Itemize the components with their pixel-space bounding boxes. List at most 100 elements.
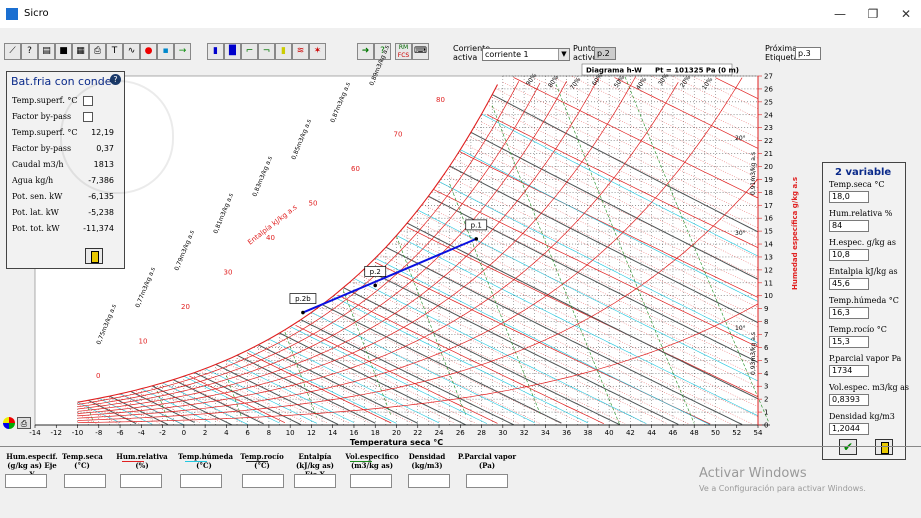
field-label: Temp.seca °C (829, 180, 885, 189)
exit-button[interactable] (85, 248, 103, 264)
volume-label-right: 0,93m3/kg a.s (750, 332, 757, 375)
state-point-marker (474, 237, 479, 241)
y-tick-label: 25 (764, 98, 773, 106)
densidad-bottom-input[interactable] (408, 474, 450, 488)
x-tick-label: 36 (562, 429, 571, 437)
x-tick-label: 30 (498, 429, 507, 437)
enthalpy-label: 80 (436, 96, 445, 104)
x-tick-label: 4 (224, 429, 229, 437)
y-tick-label: 14 (764, 241, 773, 249)
dew-legend-line (246, 461, 268, 462)
field-label: H.espec. g/kg as (829, 238, 896, 247)
x-tick-label: 2 (203, 429, 207, 437)
y-tick-label: 19 (764, 176, 773, 184)
y-tick-label: 21 (764, 150, 773, 158)
x-tick-label: -2 (159, 429, 166, 437)
x-tick-label: 12 (307, 429, 316, 437)
x-tick-label: 6 (245, 429, 250, 437)
color-wheel-icon[interactable] (3, 417, 15, 429)
print-small-icon[interactable]: ⎙ (17, 417, 31, 429)
p-parcial-input[interactable]: 1734 (829, 365, 869, 377)
row-pot-tot: Pot. tot. kW -11,374 (12, 224, 114, 233)
row-pot-sen: Pot. sen. kW -6,135 (12, 192, 114, 201)
hum-relativa-bottom-input[interactable] (120, 474, 162, 488)
field-label: Hum.relativa % (829, 209, 893, 218)
x-tick-label: -12 (51, 429, 62, 437)
check-icon: ✔ (843, 440, 854, 454)
x-tick-label: 38 (583, 429, 592, 437)
y-tick-label: 24 (764, 111, 773, 119)
x-tick-label: 16 (350, 429, 359, 437)
y-tick-label: 15 (764, 228, 773, 236)
enthalpy-label: 0 (96, 372, 100, 380)
x-tick-label: 54 (754, 429, 763, 437)
x-tick-label: 48 (690, 429, 699, 437)
hum-relativa-input[interactable]: 84 (829, 220, 869, 232)
y-tick-label: 20 (764, 163, 773, 171)
y-tick-label: 1 (764, 409, 768, 417)
x-tick-label: 40 (605, 429, 614, 437)
enthalpy-label: 20 (181, 303, 190, 311)
x-tick-label: -8 (95, 429, 102, 437)
seal-watermark (60, 80, 174, 194)
enthalpy-label: 70 (394, 131, 403, 139)
temp-rocio-input[interactable]: 15,3 (829, 336, 869, 348)
temp-seca-input[interactable]: 18,0 (829, 191, 869, 203)
x-tick-label: 46 (668, 429, 677, 437)
enthalpy-label: 60 (351, 165, 360, 173)
temp-rocio-bottom-input[interactable] (242, 474, 284, 488)
x-tick-label: 42 (626, 429, 635, 437)
enthalpy-label: 30 (224, 269, 233, 277)
state-point-label: p.2b (295, 295, 311, 303)
y-tick-label: 2 (764, 396, 768, 404)
temp-humeda-bottom-input[interactable] (180, 474, 222, 488)
door-icon (91, 251, 99, 263)
p-parcial-bottom-input[interactable] (466, 474, 508, 488)
x-tick-label: 20 (392, 429, 401, 437)
field-label: Temp.rocío °C (829, 325, 887, 334)
state-point-marker (373, 283, 378, 288)
chart-title: Diagrama h-W (586, 67, 642, 75)
y-tick-label: 22 (764, 137, 773, 145)
vol-especifico-bottom-input[interactable] (350, 474, 392, 488)
y-tick-label: 11 (764, 279, 773, 287)
y-tick-label: 16 (764, 215, 773, 223)
enthalpy-label: 10 (139, 338, 148, 346)
col-temp-seca: Temp.seca (°C) (62, 452, 103, 470)
y-tick-label: 12 (764, 266, 773, 274)
wetbulb-legend-line (185, 461, 207, 462)
col-p-parcial: P.Parcial vapor (Pa) (457, 452, 517, 470)
pressure-label: Pt = 101325 Pa (0 m) (655, 67, 739, 75)
wetbulb-label: 30° (735, 230, 746, 237)
entalpia-input[interactable]: 45,6 (829, 278, 869, 290)
h-espec-input[interactable]: 10,8 (829, 249, 869, 261)
wetbulb-label: 10° (735, 325, 746, 332)
x-tick-label: 44 (647, 429, 656, 437)
x-tick-label: 50 (711, 429, 720, 437)
y-tick-label: 4 (764, 370, 769, 378)
temp-seca-bottom-input[interactable] (64, 474, 106, 488)
field-label: Vol.espec. m3/kg as (829, 383, 909, 392)
y-tick-label: 0 (764, 422, 768, 430)
y-tick-label: 8 (764, 318, 768, 326)
y-tick-label: 18 (764, 189, 773, 197)
hum-especif-input[interactable] (5, 474, 47, 488)
x-tick-label: 34 (541, 429, 550, 437)
entalpia-bottom-input[interactable] (294, 474, 336, 488)
accept-button[interactable]: ✔ (839, 439, 857, 455)
wetbulb-label: 20° (735, 135, 746, 142)
densidad-input[interactable]: 1,2044 (829, 423, 869, 435)
x-tick-label: -10 (72, 429, 83, 437)
temp-humeda-input[interactable]: 16,3 (829, 307, 869, 319)
field-label: Temp.húmeda °C (829, 296, 899, 305)
y-tick-label: 5 (764, 357, 768, 365)
x-tick-label: 32 (520, 429, 529, 437)
enthalpy-label: 50 (309, 200, 318, 208)
vol-legend-line (350, 461, 372, 462)
vol-espec-input[interactable]: 0,8393 (829, 394, 869, 406)
row-pot-lat: Pot. lat. kW -5,238 (12, 208, 114, 217)
x-tick-label: -4 (138, 429, 146, 437)
exit-button[interactable] (875, 439, 893, 455)
x-tick-label: 8 (267, 429, 271, 437)
x-tick-label: 26 (456, 429, 465, 437)
